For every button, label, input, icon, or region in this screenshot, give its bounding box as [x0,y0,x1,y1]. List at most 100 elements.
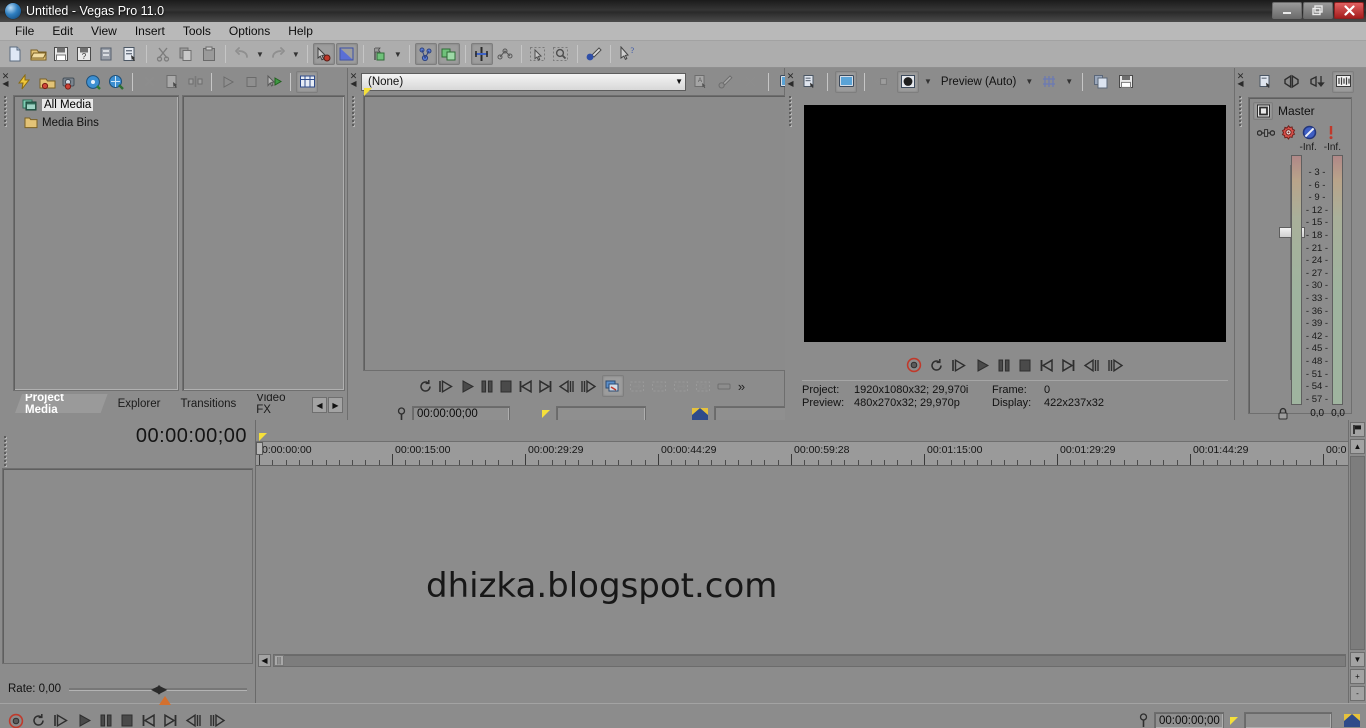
chevron-down-icon[interactable]: ▼ [675,77,683,86]
menu-item-tools[interactable]: Tools [174,22,220,40]
menu-item-help[interactable]: Help [279,22,322,40]
go-to-end-icon[interactable] [163,713,178,728]
pause-icon[interactable] [997,358,1011,373]
minimize-button[interactable] [1272,2,1302,19]
horizontal-scroll-trough[interactable]: || [273,653,1346,667]
previous-frame-icon[interactable] [1083,358,1100,373]
stop-icon[interactable] [1018,358,1032,373]
loop-playback-icon[interactable] [418,379,433,394]
stop-icon[interactable] [499,379,513,394]
redo-icon[interactable] [267,43,289,65]
chevron-down-icon[interactable]: ▼ [1063,77,1075,86]
play-from-start-icon[interactable] [438,379,455,394]
go-to-start-icon[interactable] [1039,358,1054,373]
media-bins-tree[interactable]: All Media Media Bins [13,95,179,391]
playback-rate-thumb[interactable]: ◀▶ [151,682,168,696]
selection-edit-tool-icon[interactable] [527,43,549,65]
remove-from-favorites-icon[interactable] [739,71,761,93]
drag-dots[interactable] [4,94,7,128]
copy-snapshot-to-clipboard-icon[interactable] [1090,71,1112,93]
trimmer-file-selector[interactable]: (None) ▼ [361,72,686,91]
paste-icon[interactable] [198,43,220,65]
start-preview-icon[interactable] [217,71,239,93]
more-options-icon[interactable]: » [738,379,745,394]
drag-dots[interactable] [1239,94,1242,128]
add-media-from-cursor-icon[interactable] [651,379,668,394]
track-height-plus-icon[interactable]: + [1350,669,1365,684]
render-as-icon[interactable] [96,43,118,65]
pause-icon[interactable] [99,713,113,728]
history-icon[interactable] [717,379,733,393]
chevron-down-icon[interactable]: ▼ [1023,77,1035,86]
zoom-tool-icon[interactable] [550,43,572,65]
split-screen-view-icon[interactable] [872,71,894,93]
preview-video-surface[interactable] [804,105,1226,342]
drag-dots[interactable] [789,94,792,128]
media-manager-icon[interactable] [105,71,127,93]
pane-grip-preview[interactable]: ✕ ◀ [785,68,796,420]
scroll-down-icon[interactable]: ▼ [1350,652,1365,667]
pane-grip-trimmer[interactable]: ✕ ◀ [348,68,359,420]
vertical-scroll-trough[interactable] [1350,456,1365,650]
envelope-edit-tool-icon[interactable] [335,43,358,65]
show-bus-tracks-icon[interactable] [1332,70,1354,93]
previous-frame-icon[interactable] [185,713,202,728]
timeline-selection-start-field[interactable] [1244,712,1332,728]
overlays-icon[interactable] [1038,71,1060,93]
go-to-end-icon[interactable] [538,379,553,394]
display-options-icon[interactable] [835,70,857,93]
media-properties-icon[interactable] [161,71,183,93]
undo-dropdown-icon[interactable]: ▼ [254,50,266,59]
solo-icon[interactable] [1327,125,1335,140]
play-icon[interactable] [975,358,990,373]
copy-icon[interactable] [175,43,197,65]
track-headers-list[interactable] [2,468,253,664]
tree-item-all-media[interactable]: All Media [14,96,178,114]
pane-collapse-icon[interactable]: ◀ [1237,80,1243,88]
timeline-ruler[interactable]: 0:00:00:00 00:00:15:00 00:00:29:29 00:00:44… [256,442,1348,466]
pause-icon[interactable] [480,379,494,394]
pane-grip-mixer[interactable]: ✕ ◀ [1235,68,1246,420]
playback-rate-slider[interactable]: ◀▶ [69,682,247,705]
auto-ripple-icon[interactable] [437,43,460,65]
next-frame-icon[interactable] [580,379,597,394]
record-icon[interactable] [906,357,922,373]
track-height-minus-icon[interactable]: - [1350,686,1365,701]
close-button[interactable] [1334,2,1364,19]
create-subclip-icon[interactable] [695,379,712,394]
insert-point-icon[interactable] [494,43,516,65]
chevron-left-icon[interactable]: ◀ [312,397,327,413]
whats-this-help-icon[interactable]: ? [616,43,638,65]
add-to-favorites-icon[interactable] [714,71,736,93]
zoom-edit-tool-icon[interactable] [369,43,391,65]
previous-frame-icon[interactable] [558,379,575,394]
save-snapshot-to-file-icon[interactable] [1115,71,1137,93]
menu-item-insert[interactable]: Insert [126,22,174,40]
capture-video-icon[interactable] [36,71,58,93]
new-project-icon[interactable] [4,43,26,65]
loop-playback-icon[interactable] [929,358,944,373]
timeline-timecode-field[interactable]: 00:00:00;00 [1154,712,1224,728]
play-from-start-icon[interactable] [951,358,968,373]
drag-dots[interactable] [352,94,355,128]
go-to-end-icon[interactable] [1061,358,1076,373]
go-to-start-icon[interactable] [518,379,533,394]
menu-item-view[interactable]: View [82,22,126,40]
open-project-icon[interactable] [27,43,49,65]
insert-envelope-icon[interactable] [470,43,493,65]
normal-edit-tool-icon[interactable] [312,43,335,65]
horizontal-scroll-thumb[interactable]: || [274,654,284,666]
enable-snapping-icon[interactable] [414,43,437,65]
pane-collapse-icon[interactable]: ◀ [350,80,356,88]
pane-collapse-icon[interactable]: ◀ [787,80,793,88]
menu-item-file[interactable]: File [6,22,43,40]
undo-icon[interactable] [231,43,253,65]
preview-quality-icon[interactable] [897,70,919,93]
play-icon[interactable] [460,379,475,394]
scroll-up-icon[interactable]: ▲ [1350,439,1365,454]
auto-preview-icon[interactable] [263,71,285,93]
tree-item-media-bins[interactable]: Media Bins [14,114,178,131]
timeline-horizontal-scrollbar[interactable]: ◀ || [256,652,1348,668]
dim-output-icon[interactable] [1280,71,1302,93]
mute-icon[interactable] [1302,125,1317,140]
